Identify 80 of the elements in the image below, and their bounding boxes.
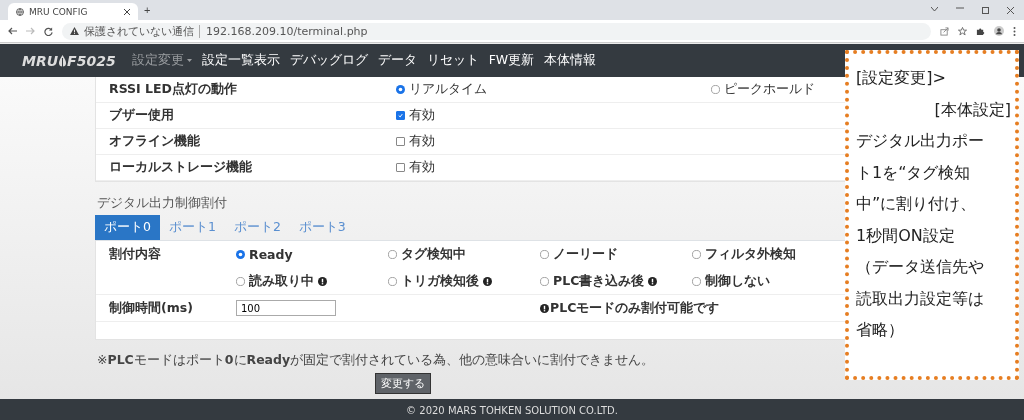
annotation-text: （データ送信先や bbox=[856, 256, 985, 278]
warning-icon bbox=[70, 27, 79, 35]
radio-button[interactable] bbox=[236, 277, 245, 286]
nav-link[interactable]: FW更新 bbox=[486, 52, 537, 69]
more-icon[interactable] bbox=[1013, 26, 1016, 36]
checkbox[interactable] bbox=[396, 111, 405, 120]
browser-tab[interactable]: MRU CONFIG bbox=[8, 3, 138, 20]
option-label: PLC書き込み後 bbox=[553, 273, 645, 290]
annotation-text: ト1を“タグ検知 bbox=[856, 161, 972, 184]
reload-icon[interactable] bbox=[44, 26, 53, 36]
annotation-text: 読取出力設定等は bbox=[856, 287, 985, 310]
info-icon bbox=[318, 277, 327, 286]
maximize-icon[interactable] bbox=[982, 6, 989, 14]
option-label: ピークホールド bbox=[724, 81, 815, 98]
setting-label: ローカルストレージ機能 bbox=[109, 159, 252, 176]
option-label: 制御しない bbox=[705, 273, 770, 290]
close-icon[interactable] bbox=[124, 8, 130, 15]
port-tab[interactable]: ポート0 bbox=[95, 215, 160, 240]
setting-label: オフライン機能 bbox=[109, 133, 200, 150]
footnote-text: ※PLCモードはポート0にReadyが固定で割付されている為、他の意味合いに割付できません。 bbox=[96, 352, 655, 369]
option-label: 有効 bbox=[409, 107, 435, 124]
section-title: デジタル出力制御割付 bbox=[96, 194, 227, 212]
field-label: 制御時間(ms) bbox=[109, 299, 193, 317]
setting-label: RSSI LED点灯の動作 bbox=[109, 81, 237, 98]
tab-title: MRU CONFIG bbox=[29, 6, 88, 17]
option-label: 有効 bbox=[409, 133, 435, 150]
nav-link[interactable]: リセット bbox=[424, 52, 481, 69]
back-arrow-icon[interactable] bbox=[8, 27, 17, 35]
info-icon bbox=[648, 277, 658, 286]
option-label: Ready bbox=[249, 247, 293, 262]
nav-link[interactable]: 設定変更 bbox=[129, 52, 194, 69]
annotation-text: [本体設定] bbox=[933, 98, 1011, 121]
input-field[interactable]: 100 bbox=[236, 300, 336, 316]
new-tab-button[interactable]: + bbox=[144, 4, 151, 16]
radio-button[interactable] bbox=[540, 277, 549, 286]
security-text: 保護されていない通信 bbox=[84, 23, 194, 39]
option-label: リアルタイム bbox=[409, 81, 487, 98]
forward-arrow-icon[interactable] bbox=[26, 27, 35, 35]
radio-button[interactable] bbox=[388, 277, 397, 286]
annotation-text: 1秒間ON設定 bbox=[856, 224, 956, 247]
checkbox[interactable] bbox=[396, 137, 405, 146]
puzzle-icon[interactable] bbox=[976, 26, 985, 36]
option-label: タグ検知中 bbox=[401, 246, 466, 263]
star-icon[interactable] bbox=[958, 26, 967, 36]
annotation-text: [設定変更]> bbox=[856, 67, 947, 89]
nav-link[interactable]: 本体情報 bbox=[542, 52, 599, 69]
option-label: フィルタ外検知 bbox=[705, 246, 796, 263]
copyright-text: © 2020 MARS TOHKEN SOLUTION CO.LTD. bbox=[406, 404, 618, 416]
profile-icon[interactable] bbox=[994, 26, 1004, 36]
field-label: 割付内容 bbox=[109, 246, 161, 263]
annotation-text: 省略） bbox=[856, 319, 905, 341]
nav-link[interactable]: データ bbox=[375, 52, 419, 69]
radio-button[interactable] bbox=[692, 277, 701, 286]
checkbox[interactable] bbox=[396, 163, 405, 172]
option-label: ノーリード bbox=[553, 246, 618, 263]
minimize-icon[interactable] bbox=[956, 6, 964, 9]
nav-link[interactable]: デバッグログ bbox=[287, 52, 370, 69]
annotation-text: 中”に割り付け、 bbox=[856, 193, 978, 215]
radio-button[interactable] bbox=[711, 85, 720, 94]
info-icon bbox=[540, 303, 549, 313]
submit-button[interactable]: 変更する bbox=[375, 373, 431, 394]
radio-button[interactable] bbox=[388, 250, 397, 259]
url-text: 192.168.209.10/terminal.php bbox=[199, 24, 368, 38]
brand-logo[interactable]: MRU F5025 bbox=[22, 52, 116, 69]
radio-button[interactable] bbox=[396, 85, 405, 94]
close-icon[interactable] bbox=[1007, 6, 1014, 14]
chevron-down-icon[interactable] bbox=[931, 6, 938, 12]
address-bar[interactable]: 保護されていない通信 192.168.209.10/terminal.php bbox=[62, 22, 931, 40]
annotation-text: デジタル出力ポー bbox=[856, 130, 985, 152]
share-icon[interactable] bbox=[940, 26, 949, 36]
note-text: PLCモードのみ割付可能です bbox=[550, 299, 720, 317]
option-label: 読み取り中 bbox=[249, 273, 314, 290]
info-icon bbox=[483, 277, 492, 286]
radio-button[interactable] bbox=[540, 250, 549, 259]
option-label: トリガ検知後 bbox=[401, 273, 479, 290]
setting-label: ブザー使用 bbox=[109, 107, 174, 124]
option-label: 有効 bbox=[409, 159, 435, 176]
radio-button[interactable] bbox=[692, 250, 701, 259]
radio-button[interactable] bbox=[236, 250, 245, 259]
nav-link[interactable]: 設定一覧表示 bbox=[199, 52, 282, 69]
